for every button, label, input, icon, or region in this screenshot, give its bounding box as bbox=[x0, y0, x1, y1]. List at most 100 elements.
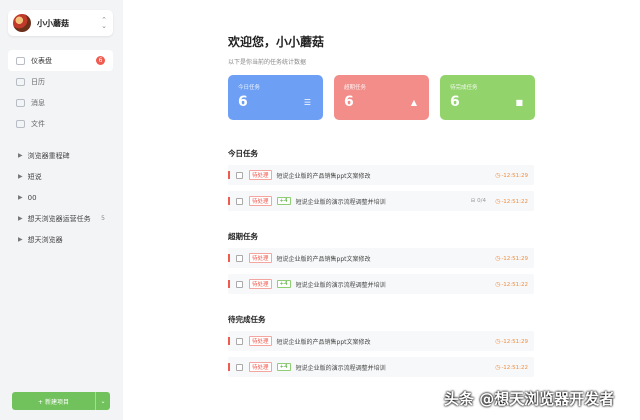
task-time: ◷-12:51:29 bbox=[495, 171, 528, 179]
nav-item-messages[interactable]: 消息 bbox=[8, 92, 113, 113]
stat-card-pending[interactable]: 待完成任务 6 ■ bbox=[440, 75, 535, 120]
page-title: 欢迎您，小小蘑菇 bbox=[228, 35, 325, 49]
task-row[interactable]: 待处理 短说企业版的产品销售ppt文案修改 ◷-12:51:29 bbox=[228, 165, 534, 185]
user-name: 小小蘑菇 bbox=[37, 18, 69, 28]
file-icon bbox=[16, 119, 25, 128]
project-item[interactable]: ▶ 想天浏览器 bbox=[8, 229, 113, 250]
task-title[interactable]: 短说企业版的产品销售ppt文案修改 bbox=[277, 337, 371, 346]
nav-item-files[interactable]: 文件 bbox=[8, 113, 113, 134]
nav-item-label: 仪表盘 bbox=[31, 56, 52, 65]
task-time: ◷-12:51:29 bbox=[495, 337, 528, 345]
task-title[interactable]: 短说企业版的产品销售ppt文案修改 bbox=[277, 254, 371, 263]
project-label: 浏览器重程碑 bbox=[27, 151, 70, 160]
task-time: ◷-12:51:22 bbox=[495, 197, 528, 205]
task-row[interactable]: 待处理 +4 短说企业版的演示流程调整并培训 ◷-12:51:22 bbox=[228, 274, 534, 294]
chevron-updown-icon: ⌃ ⌄ bbox=[101, 16, 107, 30]
clock-icon: ◷ bbox=[495, 171, 501, 179]
project-item[interactable]: ▶ 浏览器重程碑 bbox=[8, 145, 113, 166]
status-badge: 待处理 bbox=[249, 336, 272, 346]
section-title-today: 今日任务 bbox=[228, 149, 258, 158]
list-icon: ☰ bbox=[303, 98, 311, 107]
status-badge: 待处理 bbox=[249, 362, 272, 372]
stat-card-value: 6 bbox=[238, 94, 248, 110]
subtask-badge: +4 bbox=[276, 280, 291, 288]
clock-icon: ◷ bbox=[495, 337, 501, 345]
clock-icon: ◷ bbox=[495, 254, 501, 262]
clock-icon: ◷ bbox=[495, 363, 501, 371]
stat-card-value: 6 bbox=[344, 94, 354, 110]
task-checkbox[interactable] bbox=[236, 280, 243, 288]
nav-item-dashboard[interactable]: 仪表盘 6 bbox=[8, 50, 113, 71]
new-project-label: + 新建项目 bbox=[38, 398, 69, 406]
bell-icon: ▲ bbox=[410, 98, 417, 107]
stat-card-label: 待完成任务 bbox=[450, 85, 478, 91]
calendar-icon bbox=[16, 77, 25, 86]
project-label: 00 bbox=[27, 193, 37, 202]
notification-badge: 6 bbox=[96, 56, 105, 65]
stat-card-overdue[interactable]: 超期任务 6 ▲ bbox=[334, 75, 429, 120]
nav-item-calendar[interactable]: 日历 bbox=[8, 71, 113, 92]
user-switcher[interactable]: 小小蘑菇 ⌃ ⌄ bbox=[8, 10, 113, 36]
project-list: ▶ 浏览器重程碑 ▶ 短说 ▶ 00 ▶ 想天浏览器运营任务 5 ▶ 想天浏览器 bbox=[8, 145, 113, 250]
task-title[interactable]: 短说企业版的产品销售ppt文案修改 bbox=[277, 171, 371, 180]
subtask-progress: ⊟ 0/4 bbox=[470, 198, 486, 204]
task-title[interactable]: 短说企业版的演示流程调整并培训 bbox=[296, 197, 386, 206]
task-title[interactable]: 短说企业版的演示流程调整并培训 bbox=[296, 363, 386, 372]
caret-right-icon: ▶ bbox=[18, 173, 23, 180]
caret-right-icon: ▶ bbox=[18, 194, 23, 201]
task-time: ◷-12:51:22 bbox=[495, 363, 528, 371]
clock-icon: ◷ bbox=[495, 280, 501, 288]
priority-marker bbox=[228, 171, 230, 179]
stat-card-value: 6 bbox=[450, 94, 460, 110]
subtask-badge: +4 bbox=[276, 363, 291, 371]
task-title[interactable]: 短说企业版的演示流程调整并培训 bbox=[296, 280, 386, 289]
watermark: 头条 @想天浏览器开发者 bbox=[444, 390, 615, 408]
subtask-badge: +4 bbox=[276, 197, 291, 205]
section-title-overdue: 超期任务 bbox=[228, 232, 258, 241]
task-time: ◷-12:51:29 bbox=[495, 254, 528, 262]
task-row[interactable]: 待处理 +4 短说企业版的演示流程调整并培训 ◷-12:51:22 bbox=[228, 357, 534, 377]
priority-marker bbox=[228, 197, 230, 205]
status-badge: 待处理 bbox=[249, 279, 272, 289]
priority-marker bbox=[228, 280, 230, 288]
project-label: 短说 bbox=[27, 172, 42, 181]
status-badge: 待处理 bbox=[249, 196, 272, 206]
page-subtitle: 以下是你当前的任务统计数据 bbox=[228, 59, 307, 66]
dashboard-icon bbox=[16, 56, 25, 65]
task-checkbox[interactable] bbox=[236, 337, 243, 345]
task-row[interactable]: 待处理 +4 短说企业版的演示流程调整并培训 ⊟ 0/4 ◷-12:51:22 bbox=[228, 191, 534, 211]
project-label: 想天浏览器 bbox=[27, 235, 63, 244]
project-count: 5 bbox=[101, 215, 105, 222]
stat-card-today[interactable]: 今日任务 6 ☰ bbox=[228, 75, 323, 120]
task-checkbox[interactable] bbox=[236, 197, 243, 205]
cube-icon: ■ bbox=[515, 98, 523, 107]
nav-item-label: 日历 bbox=[31, 77, 45, 86]
main-nav: 仪表盘 6 日历 消息 文件 bbox=[8, 50, 113, 134]
status-badge: 待处理 bbox=[249, 170, 272, 180]
project-item[interactable]: ▶ 想天浏览器运营任务 5 bbox=[8, 208, 113, 229]
task-row[interactable]: 待处理 短说企业版的产品销售ppt文案修改 ◷-12:51:29 bbox=[228, 248, 534, 268]
stat-card-label: 超期任务 bbox=[344, 85, 367, 91]
task-time: ◷-12:51:22 bbox=[495, 280, 528, 288]
priority-marker bbox=[228, 254, 230, 262]
nav-item-label: 消息 bbox=[31, 98, 45, 107]
task-row[interactable]: 待处理 短说企业版的产品销售ppt文案修改 ◷-12:51:29 bbox=[228, 331, 534, 351]
new-project-button[interactable]: + 新建项目 ⌄ bbox=[12, 392, 110, 410]
task-checkbox[interactable] bbox=[236, 171, 243, 179]
section-title-pending: 待完成任务 bbox=[228, 315, 266, 324]
sidebar: 小小蘑菇 ⌃ ⌄ 仪表盘 6 日历 消息 文件 ▶ 浏览器重程碑 ▶ 短说 ▶ … bbox=[0, 0, 123, 420]
caret-right-icon: ▶ bbox=[18, 236, 23, 243]
project-item[interactable]: ▶ 短说 bbox=[8, 166, 113, 187]
chevron-down-icon[interactable]: ⌄ bbox=[96, 398, 110, 405]
nav-item-label: 文件 bbox=[31, 119, 45, 128]
avatar bbox=[13, 14, 31, 32]
task-checkbox[interactable] bbox=[236, 254, 243, 262]
priority-marker bbox=[228, 363, 230, 371]
clock-icon: ◷ bbox=[495, 197, 501, 205]
message-icon bbox=[16, 98, 25, 107]
caret-right-icon: ▶ bbox=[18, 215, 23, 222]
status-badge: 待处理 bbox=[249, 253, 272, 263]
project-item[interactable]: ▶ 00 bbox=[8, 187, 113, 208]
task-checkbox[interactable] bbox=[236, 363, 243, 371]
caret-right-icon: ▶ bbox=[18, 152, 23, 159]
